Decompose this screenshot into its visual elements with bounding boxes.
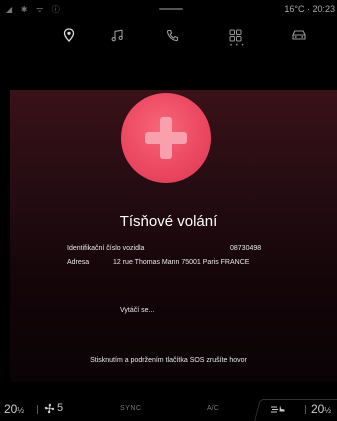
temperature-clock: 16°C · 20:23 [284,4,335,14]
passenger-temperature[interactable]: 20½ [311,402,331,416]
divider [37,405,38,414]
apps-grid-icon [229,29,241,41]
emergency-call-screen: ◢ ✱ ᯤ ⓘ 16°C · 20:23 • • • Tísňové volán… [0,0,337,421]
fan-icon [44,403,55,413]
status-bar: ◢ ✱ ᯤ ⓘ 16°C · 20:23 [0,0,337,18]
sync-button[interactable]: SYNC [120,405,141,412]
plus-icon-vertical [160,117,172,159]
phone-icon [166,29,178,41]
driver-temp-value: 20 [4,402,18,416]
main-nav: • • • [0,20,337,50]
notification-handle[interactable] [159,8,183,10]
nav-navigation[interactable] [56,24,82,46]
passenger-temp-value: 20 [311,402,325,416]
passenger-temp-fraction: ½ [324,406,332,415]
vin-label: Identifikační číslo vozidla [67,245,145,252]
music-note-icon [111,29,123,41]
nav-phone[interactable] [159,24,185,46]
sos-emergency-button[interactable] [121,93,211,183]
driver-temp-fraction: ½ [17,406,25,415]
fan-level: 5 [57,402,64,414]
cancel-hint: Stisknutím a podržením tlačítka SOS zruš… [90,357,247,364]
vin-value: 08730498 [230,245,262,252]
car-icon [292,30,306,40]
apps-page-dots: • • • [230,43,245,49]
address-value: 12 rue Thomas Mann 75001 Paris FRANCE [113,259,250,266]
climate-bar: 20½ 5 SYNC A/C 20½ [0,397,337,421]
page-title: Tísňové volání [119,213,218,230]
address-label: Adresa [67,259,90,266]
driver-temperature[interactable]: 20½ [4,402,24,416]
connectivity-icons: ◢ ✱ ᯤ ⓘ [6,5,63,14]
location-pin-icon [63,28,75,42]
nav-vehicle[interactable] [286,24,312,46]
nav-music[interactable] [104,24,130,46]
nav-apps[interactable]: • • • [222,24,248,49]
ac-button[interactable]: A/C [207,405,219,412]
divider-right [305,405,306,414]
fan-speed-control[interactable]: 5 [44,402,63,414]
seat-airflow-icon[interactable] [270,404,286,415]
call-status: Vytáčí se... [120,307,155,314]
